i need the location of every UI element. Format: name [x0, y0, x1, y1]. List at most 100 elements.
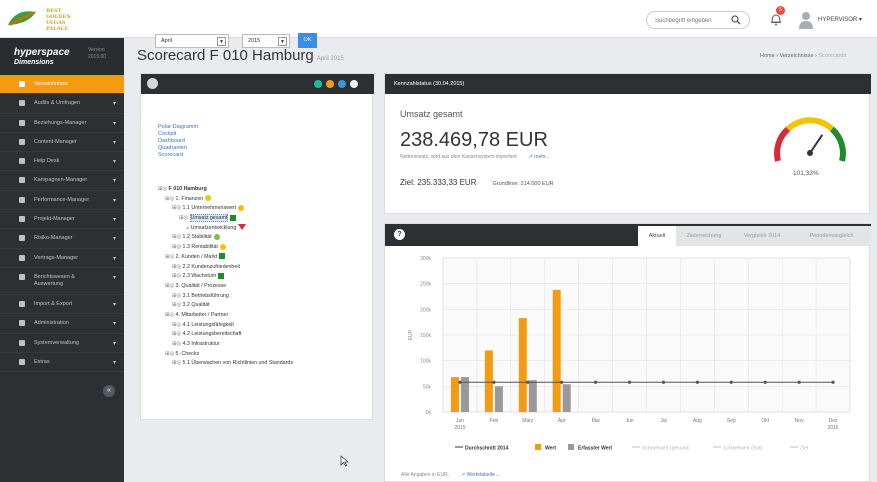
tree-node[interactable]: ⊞◎ 1. Finanzen — [158, 195, 293, 205]
sidebar-item-label: Help Desk — [34, 158, 60, 165]
white-dot-icon[interactable] — [350, 80, 358, 88]
chevron-down-icon: ▾ — [112, 101, 116, 108]
sidebar-item[interactable]: Audits & Umfragen ▾ — [0, 94, 124, 114]
tree-node[interactable]: ⊞◎ 4.3 Infrastruktur — [158, 340, 293, 350]
bar-wert — [450, 377, 459, 412]
expand-icon[interactable]: ⊞◎ — [158, 186, 169, 192]
chart-panel: ? Aktuell Zielerreichung Vergleich 2014 … — [384, 223, 871, 482]
legend-swatch — [568, 444, 574, 450]
tree-node[interactable]: ⊞◎ Umsatz gesamt — [158, 214, 293, 224]
tree-node[interactable]: ⊞◎ 3.1 Betriebsführung — [158, 292, 293, 302]
sidebar-item[interactable]: Systemverwaltung ▾ — [0, 334, 124, 353]
blue-dot-icon[interactable] — [338, 80, 346, 88]
sidebar-item[interactable]: Content-Manager ▾ — [0, 133, 124, 153]
orange-dot-icon[interactable] — [326, 80, 334, 88]
trend-down-icon — [238, 224, 247, 231]
sidebar-item[interactable]: Verzeichnisse — [0, 75, 124, 95]
sidebar-item-label: Risiko-Manager — [34, 235, 73, 242]
year-select[interactable]: 2015 ▼ — [242, 34, 290, 48]
sidebar-item[interactable]: Berichtswesen & Auswertung ▾ — [0, 268, 124, 295]
breadcrumb-section[interactable]: Verzeichnisse — [780, 53, 814, 59]
tab-aktuell[interactable]: Aktuell — [638, 226, 676, 246]
back-icon[interactable] — [147, 78, 158, 89]
sidebar-item[interactable]: Vertrags-Manager ▾ — [0, 249, 124, 268]
expand-icon[interactable]: ⊞◎ — [172, 205, 183, 211]
expand-icon[interactable]: ⊞◎ — [165, 312, 176, 318]
sidebar-item[interactable]: Help Desk ▾ — [0, 152, 124, 172]
teal-dot-icon[interactable] — [314, 80, 322, 88]
help-icon[interactable]: ? — [394, 229, 405, 240]
sidebar-item[interactable]: Import & Export ▾ — [0, 295, 124, 315]
expand-icon[interactable]: ⊞◎ — [172, 244, 183, 250]
tree-node[interactable]: ⊞◎ F 010 Hamburg — [158, 185, 293, 195]
value-table-link[interactable]: ↗ Wertetabelle ... — [461, 472, 500, 478]
expand-icon[interactable]: ⊞◎ — [172, 293, 183, 299]
gauge-red-arc — [774, 126, 791, 162]
expand-icon[interactable]: ⊞◎ — [172, 341, 183, 347]
more-link[interactable]: ↗ mehr... — [529, 154, 550, 160]
app-root: BEST GOLDEN VEGAS PALACE 5 HYPERVI — [0, 0, 877, 482]
sidebar-item[interactable]: Risiko-Manager ▾ — [0, 229, 124, 249]
tab-zielerreichung[interactable]: Zielerreichung — [676, 226, 732, 246]
view-link[interactable]: Dashboard — [158, 138, 198, 145]
sidebar-item-label: Systemverwaltung — [34, 339, 79, 346]
tree-node[interactable]: ◒ Umsatzentwicklung — [158, 224, 293, 234]
sidebar-item[interactable]: Performance-Manager ▾ — [0, 191, 124, 211]
expand-icon[interactable]: ⊞◎ — [172, 360, 183, 366]
expand-icon[interactable]: ⊞◎ — [165, 196, 176, 202]
tree-node[interactable]: ⊞◎ 2. Kunden / Markt — [158, 253, 293, 263]
extras-icon — [19, 358, 25, 365]
expand-icon[interactable]: ⊞◎ — [172, 302, 183, 308]
expand-icon[interactable]: ⊞◎ — [172, 273, 183, 279]
sidebar-item-label: Verzeichnisse — [34, 81, 68, 87]
notification-badge[interactable]: 5 — [776, 6, 785, 15]
expand-icon[interactable]: ⊞◎ — [165, 283, 176, 289]
average-point — [594, 380, 598, 384]
tree-node[interactable]: ⊞◎ 2.2 Kundenzufriedenheit — [158, 263, 293, 273]
expand-icon[interactable]: ⊞◎ — [172, 234, 183, 240]
tree-node[interactable]: ⊞◎ 4.1 Leistungsfähigkeit — [158, 321, 293, 331]
company-logo[interactable]: BEST GOLDEN VEGAS PALACE — [6, 6, 116, 34]
sidebar-item[interactable]: Beziehungs-Manager ▾ — [0, 114, 124, 133]
tree-node[interactable]: ⊞◎ 1.2 Stabilität — [158, 233, 293, 243]
expand-icon[interactable]: ⊞◎ — [172, 264, 183, 270]
sidebar-item[interactable]: Kampagnen-Manager ▾ — [0, 171, 124, 191]
expand-icon[interactable]: ⊞◎ — [172, 322, 183, 328]
tree-node-label: Umsatz gesamt — [189, 214, 229, 223]
view-link[interactable]: Scorecard — [158, 152, 198, 159]
tree-node[interactable]: ⊞◎ 3. Qualität / Prozesse — [158, 282, 293, 292]
x-tick-label: Aug — [693, 418, 702, 424]
tab-vergleich[interactable]: Vergleich 2014 — [732, 226, 792, 246]
x-tick-label: Okt — [761, 418, 769, 424]
expand-icon[interactable]: ⊞◎ — [179, 215, 190, 221]
tree-node[interactable]: ⊞◎ 2.3 Wachstum — [158, 272, 293, 282]
view-link[interactable]: Cockpit — [158, 131, 198, 138]
tree-node[interactable]: ⊞◎ 5. Checks — [158, 350, 293, 360]
search-input[interactable] — [655, 15, 731, 26]
tree-node[interactable]: ⊞◎ 4.2 Leistungsbereitschaft — [158, 330, 293, 340]
tab-periodenvergleich[interactable]: Periodenvergleich — [792, 226, 871, 246]
ok-button[interactable]: OK — [298, 33, 317, 48]
bar-wert — [518, 318, 527, 412]
tree-node[interactable]: ⊞◎ 1.1 Unternehmenswert — [158, 204, 293, 214]
breadcrumb-home[interactable]: Home — [760, 53, 775, 59]
tree-node[interactable]: ⊞◎ 5.1 Überwachen von Richtlinien und St… — [158, 359, 293, 369]
month-select[interactable]: April ▼ — [155, 34, 229, 48]
user-menu[interactable]: HYPERVISOR ▾ — [799, 11, 877, 29]
expand-icon[interactable]: ⊞◎ — [165, 351, 176, 357]
search-icon[interactable] — [731, 15, 741, 25]
tree-node[interactable]: ⊞◎ 4. Mitarbeiter / Partner — [158, 311, 293, 321]
sidebar-item[interactable]: Extras ▾ — [0, 353, 124, 373]
sidebar-collapse-button[interactable]: « — [103, 385, 115, 397]
expand-icon[interactable]: ⊞◎ — [165, 254, 176, 260]
megaphone-icon — [19, 177, 25, 184]
sidebar-item[interactable]: Administration ▾ — [0, 314, 124, 334]
tree-node[interactable]: ⊞◎ 3.2 Qualität — [158, 301, 293, 311]
month-select-value: April — [161, 38, 173, 44]
expand-icon[interactable]: ⊞◎ — [172, 331, 183, 337]
view-link[interactable]: Quadranten — [158, 145, 198, 152]
sidebar-item[interactable]: Projekt-Manager ▾ — [0, 210, 124, 230]
view-link[interactable]: Polar-Diagramm — [158, 124, 198, 131]
logo-line: PALACE — [46, 26, 69, 32]
tree-node[interactable]: ⊞◎ 1.3 Rentabilität — [158, 243, 293, 253]
